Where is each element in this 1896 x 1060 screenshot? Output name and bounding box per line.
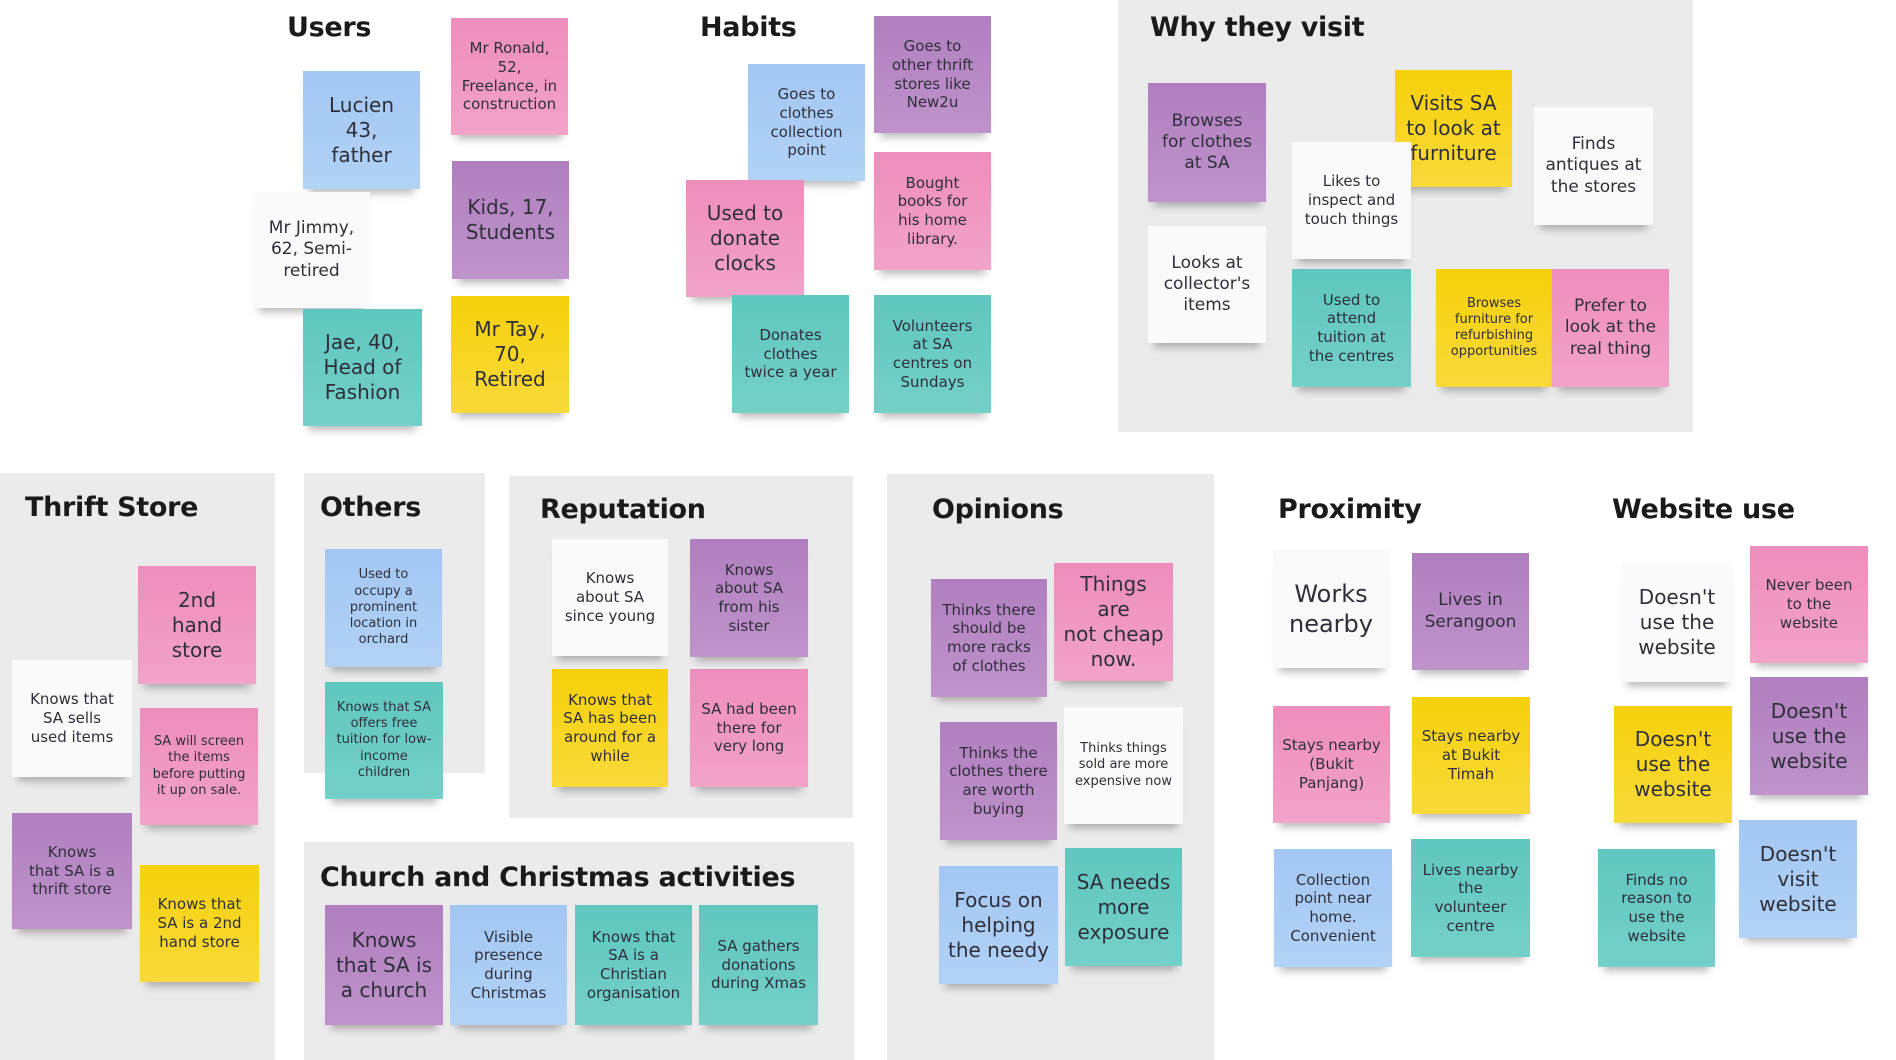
section-title-habits: Habits <box>700 12 797 43</box>
sticky-note[interactable]: Doesn't use the website <box>1614 706 1732 823</box>
sticky-note[interactable]: Works nearby <box>1273 550 1389 668</box>
sticky-note[interactable]: Mr Tay, 70, Retired <box>451 296 569 413</box>
sticky-note[interactable]: SA gathers donations during Xmas <box>699 905 818 1025</box>
sticky-note[interactable]: Lives in Serangoon <box>1412 553 1529 670</box>
sticky-note[interactable]: Visits SA to look at furniture <box>1395 70 1512 187</box>
section-title-proximity: Proximity <box>1278 494 1422 525</box>
sticky-note[interactable]: Knows that SA sells used items <box>12 660 132 777</box>
sticky-note[interactable]: Doesn't use the website <box>1750 677 1868 795</box>
sticky-note[interactable]: Used to occupy a prominent location in o… <box>325 549 442 667</box>
sticky-note[interactable]: Never been to the website <box>1750 546 1868 663</box>
sticky-note[interactable]: Goes to other thrift stores like New2u <box>874 16 991 133</box>
sticky-note[interactable]: SA had been there for very long <box>690 669 808 787</box>
sticky-note[interactable]: Visible presence during Christmas <box>450 905 567 1025</box>
sticky-note[interactable]: Knows that SA is a church <box>325 905 443 1025</box>
sticky-note[interactable]: Thinks the clothes there are worth buyin… <box>940 722 1057 840</box>
sticky-note[interactable]: Knows that SA is a Christian organisatio… <box>575 905 692 1025</box>
sticky-note[interactable]: Knows about SA since young <box>552 539 668 656</box>
sticky-note[interactable]: Things are not cheap now. <box>1054 563 1173 681</box>
section-title-opinions: Opinions <box>932 494 1064 525</box>
sticky-note[interactable]: Used to donate clocks <box>686 180 804 297</box>
sticky-note[interactable]: Likes to inspect and touch things <box>1292 142 1411 259</box>
sticky-note[interactable]: Used to attend tuition at the centres <box>1292 269 1411 387</box>
section-title-church: Church and Christmas activities <box>320 862 796 893</box>
sticky-note[interactable]: Finds antiques at the stores <box>1534 107 1653 225</box>
section-title-users: Users <box>287 12 372 43</box>
sticky-note[interactable]: Looks at collector's items <box>1148 226 1266 343</box>
sticky-note[interactable]: Browses for clothes at SA <box>1148 83 1266 202</box>
sticky-note[interactable]: Mr Jimmy, 62, Semi- retired <box>253 192 370 308</box>
sticky-note[interactable]: SA needs more exposure <box>1065 848 1182 966</box>
sticky-note[interactable]: Lucien 43, father <box>303 71 420 189</box>
sticky-note[interactable]: Knows about SA from his sister <box>690 539 808 657</box>
section-title-reputation: Reputation <box>540 494 706 525</box>
sticky-note[interactable]: Volunteers at SA centres on Sundays <box>874 295 991 413</box>
affinity-board: Users Mr Ronald, 52, Freelance, in const… <box>0 0 1896 1060</box>
sticky-note[interactable]: Goes to clothes collection point <box>748 64 865 181</box>
sticky-note[interactable]: Knows that SA is a thrift store <box>12 813 132 929</box>
sticky-note[interactable]: Doesn't use the website <box>1621 563 1733 682</box>
sticky-note[interactable]: Jae, 40, Head of Fashion <box>303 309 422 426</box>
sticky-note[interactable]: Knows that SA is a 2nd hand store <box>140 865 259 982</box>
sticky-note[interactable]: SA will screen the items before putting … <box>140 708 258 825</box>
section-title-thrift-store: Thrift Store <box>25 492 199 523</box>
sticky-note[interactable]: Doesn't visit website <box>1739 820 1857 938</box>
sticky-note[interactable]: Prefer to look at the real thing <box>1552 269 1669 387</box>
sticky-note[interactable]: Stays nearby (Bukit Panjang) <box>1273 706 1390 823</box>
sticky-note[interactable]: Focus on helping the needy <box>939 866 1058 984</box>
sticky-note[interactable]: Kids, 17, Students <box>452 161 569 279</box>
sticky-note[interactable]: Thinks there should be more racks of clo… <box>931 579 1047 697</box>
sticky-note[interactable]: Finds no reason to use the website <box>1598 849 1715 967</box>
section-title-others: Others <box>320 492 421 523</box>
sticky-note[interactable]: 2nd hand store <box>138 566 256 684</box>
sticky-note[interactable]: Knows that SA offers free tuition for lo… <box>325 682 443 799</box>
sticky-note[interactable]: Lives nearby the volunteer centre <box>1411 839 1530 957</box>
sticky-note[interactable]: Donates clothes twice a year <box>732 295 849 413</box>
sticky-note[interactable]: Bought books for his home library. <box>874 152 991 270</box>
sticky-note[interactable]: Thinks things sold are more expensive no… <box>1064 707 1183 824</box>
section-title-why-they-visit: Why they visit <box>1150 12 1365 43</box>
sticky-note[interactable]: Stays nearby at Bukit Timah <box>1412 697 1530 814</box>
sticky-note[interactable]: Knows that SA has been around for a whil… <box>552 669 668 787</box>
sticky-note[interactable]: Collection point near home. Convenient <box>1274 849 1392 967</box>
section-title-website-use: Website use <box>1612 494 1795 525</box>
sticky-note[interactable]: Browses furniture for refurbishing oppor… <box>1436 269 1552 387</box>
sticky-note[interactable]: Mr Ronald, 52, Freelance, in constructio… <box>451 18 568 135</box>
